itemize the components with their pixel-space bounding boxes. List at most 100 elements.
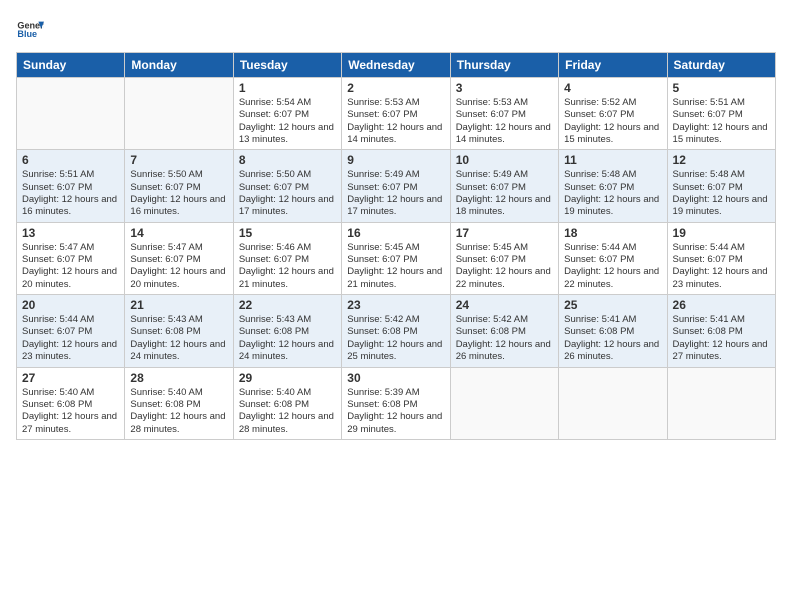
calendar-cell: 1 Sunrise: 5:54 AM Sunset: 6:07 PM Daylig… [233,78,341,150]
cell-info: Sunrise: 5:49 AM Sunset: 6:07 PM Dayligh… [347,169,444,218]
calendar-cell: 23 Sunrise: 5:42 AM Sunset: 6:08 PM Dayli… [342,295,450,367]
calendar-cell: 2 Sunrise: 5:53 AM Sunset: 6:07 PM Daylig… [342,78,450,150]
weekday-header-sunday: Sunday [17,53,125,78]
cell-info: Sunrise: 5:51 AM Sunset: 6:07 PM Dayligh… [22,169,119,218]
weekday-header-tuesday: Tuesday [233,53,341,78]
day-number: 23 [347,298,444,312]
cell-info: Sunrise: 5:44 AM Sunset: 6:07 PM Dayligh… [22,314,119,363]
calendar-cell [17,78,125,150]
calendar-cell: 10 Sunrise: 5:49 AM Sunset: 6:07 PM Dayli… [450,150,558,222]
calendar-cell: 24 Sunrise: 5:42 AM Sunset: 6:08 PM Dayli… [450,295,558,367]
weekday-header-thursday: Thursday [450,53,558,78]
cell-info: Sunrise: 5:45 AM Sunset: 6:07 PM Dayligh… [456,242,553,291]
day-number: 28 [130,371,227,385]
weekday-header-friday: Friday [559,53,667,78]
calendar-cell: 19 Sunrise: 5:44 AM Sunset: 6:07 PM Dayli… [667,222,775,294]
calendar-cell: 13 Sunrise: 5:47 AM Sunset: 6:07 PM Dayli… [17,222,125,294]
cell-info: Sunrise: 5:54 AM Sunset: 6:07 PM Dayligh… [239,97,336,146]
calendar-cell: 29 Sunrise: 5:40 AM Sunset: 6:08 PM Dayli… [233,367,341,439]
day-number: 2 [347,81,444,95]
calendar-cell: 3 Sunrise: 5:53 AM Sunset: 6:07 PM Daylig… [450,78,558,150]
calendar-cell: 26 Sunrise: 5:41 AM Sunset: 6:08 PM Dayli… [667,295,775,367]
day-number: 26 [673,298,770,312]
day-number: 16 [347,226,444,240]
calendar-cell: 6Sunrise: 5:51 AM Sunset: 6:07 PM Daylig… [17,150,125,222]
cell-info: Sunrise: 5:41 AM Sunset: 6:08 PM Dayligh… [673,314,770,363]
calendar-cell [667,367,775,439]
weekday-header-monday: Monday [125,53,233,78]
day-number: 18 [564,226,661,240]
cell-info: Sunrise: 5:49 AM Sunset: 6:07 PM Dayligh… [456,169,553,218]
day-number: 5 [673,81,770,95]
cell-info: Sunrise: 5:51 AM Sunset: 6:07 PM Dayligh… [673,97,770,146]
cell-info: Sunrise: 5:52 AM Sunset: 6:07 PM Dayligh… [564,97,661,146]
calendar-cell: 21 Sunrise: 5:43 AM Sunset: 6:08 PM Dayli… [125,295,233,367]
calendar-cell: 25 Sunrise: 5:41 AM Sunset: 6:08 PM Dayli… [559,295,667,367]
cell-info: Sunrise: 5:40 AM Sunset: 6:08 PM Dayligh… [239,387,336,436]
svg-text:Blue: Blue [17,29,37,39]
calendar-cell: 8 Sunrise: 5:50 AM Sunset: 6:07 PM Daylig… [233,150,341,222]
weekday-header-wednesday: Wednesday [342,53,450,78]
calendar-cell: 30 Sunrise: 5:39 AM Sunset: 6:08 PM Dayli… [342,367,450,439]
day-number: 3 [456,81,553,95]
cell-info: Sunrise: 5:53 AM Sunset: 6:07 PM Dayligh… [456,97,553,146]
day-number: 15 [239,226,336,240]
day-number: 10 [456,153,553,167]
calendar-cell: 16 Sunrise: 5:45 AM Sunset: 6:07 PM Dayli… [342,222,450,294]
cell-info: Sunrise: 5:40 AM Sunset: 6:08 PM Dayligh… [130,387,227,436]
cell-info: Sunrise: 5:47 AM Sunset: 6:07 PM Dayligh… [130,242,227,291]
calendar-cell: 15 Sunrise: 5:46 AM Sunset: 6:07 PM Dayli… [233,222,341,294]
calendar-cell: 12 Sunrise: 5:48 AM Sunset: 6:07 PM Dayli… [667,150,775,222]
logo: General Blue [16,16,46,44]
cell-info: Sunrise: 5:44 AM Sunset: 6:07 PM Dayligh… [673,242,770,291]
day-number: 27 [22,371,119,385]
cell-info: Sunrise: 5:40 AM Sunset: 6:08 PM Dayligh… [22,387,119,436]
day-number: 29 [239,371,336,385]
calendar-cell [450,367,558,439]
cell-info: Sunrise: 5:41 AM Sunset: 6:08 PM Dayligh… [564,314,661,363]
cell-info: Sunrise: 5:48 AM Sunset: 6:07 PM Dayligh… [564,169,661,218]
calendar-cell: 5 Sunrise: 5:51 AM Sunset: 6:07 PM Daylig… [667,78,775,150]
day-number: 4 [564,81,661,95]
calendar-cell: 9 Sunrise: 5:49 AM Sunset: 6:07 PM Daylig… [342,150,450,222]
calendar-cell: 11Sunrise: 5:48 AM Sunset: 6:07 PM Dayli… [559,150,667,222]
cell-info: Sunrise: 5:48 AM Sunset: 6:07 PM Dayligh… [673,169,770,218]
calendar-cell: 20 Sunrise: 5:44 AM Sunset: 6:07 PM Dayli… [17,295,125,367]
cell-info: Sunrise: 5:46 AM Sunset: 6:07 PM Dayligh… [239,242,336,291]
cell-info: Sunrise: 5:45 AM Sunset: 6:07 PM Dayligh… [347,242,444,291]
day-number: 13 [22,226,119,240]
cell-info: Sunrise: 5:43 AM Sunset: 6:08 PM Dayligh… [239,314,336,363]
calendar-cell: 18 Sunrise: 5:44 AM Sunset: 6:07 PM Dayli… [559,222,667,294]
calendar-cell [125,78,233,150]
day-number: 7 [130,153,227,167]
day-number: 19 [673,226,770,240]
cell-info: Sunrise: 5:43 AM Sunset: 6:08 PM Dayligh… [130,314,227,363]
cell-info: Sunrise: 5:42 AM Sunset: 6:08 PM Dayligh… [456,314,553,363]
day-number: 8 [239,153,336,167]
cell-info: Sunrise: 5:53 AM Sunset: 6:07 PM Dayligh… [347,97,444,146]
calendar-cell: 14 Sunrise: 5:47 AM Sunset: 6:07 PM Dayli… [125,222,233,294]
calendar-cell: 27 Sunrise: 5:40 AM Sunset: 6:08 PM Dayli… [17,367,125,439]
day-number: 20 [22,298,119,312]
day-number: 30 [347,371,444,385]
cell-info: Sunrise: 5:50 AM Sunset: 6:07 PM Dayligh… [239,169,336,218]
cell-info: Sunrise: 5:39 AM Sunset: 6:08 PM Dayligh… [347,387,444,436]
calendar-cell: 22 Sunrise: 5:43 AM Sunset: 6:08 PM Dayli… [233,295,341,367]
calendar: SundayMondayTuesdayWednesdayThursdayFrid… [16,52,776,440]
day-number: 12 [673,153,770,167]
cell-info: Sunrise: 5:47 AM Sunset: 6:07 PM Dayligh… [22,242,119,291]
day-number: 24 [456,298,553,312]
calendar-cell: 4 Sunrise: 5:52 AM Sunset: 6:07 PM Daylig… [559,78,667,150]
day-number: 1 [239,81,336,95]
day-number: 21 [130,298,227,312]
cell-info: Sunrise: 5:42 AM Sunset: 6:08 PM Dayligh… [347,314,444,363]
calendar-cell: 17Sunrise: 5:45 AM Sunset: 6:07 PM Dayli… [450,222,558,294]
day-number: 9 [347,153,444,167]
weekday-header-saturday: Saturday [667,53,775,78]
day-number: 22 [239,298,336,312]
cell-info: Sunrise: 5:44 AM Sunset: 6:07 PM Dayligh… [564,242,661,291]
day-number: 14 [130,226,227,240]
calendar-cell: 28 Sunrise: 5:40 AM Sunset: 6:08 PM Dayli… [125,367,233,439]
calendar-cell [559,367,667,439]
day-number: 25 [564,298,661,312]
